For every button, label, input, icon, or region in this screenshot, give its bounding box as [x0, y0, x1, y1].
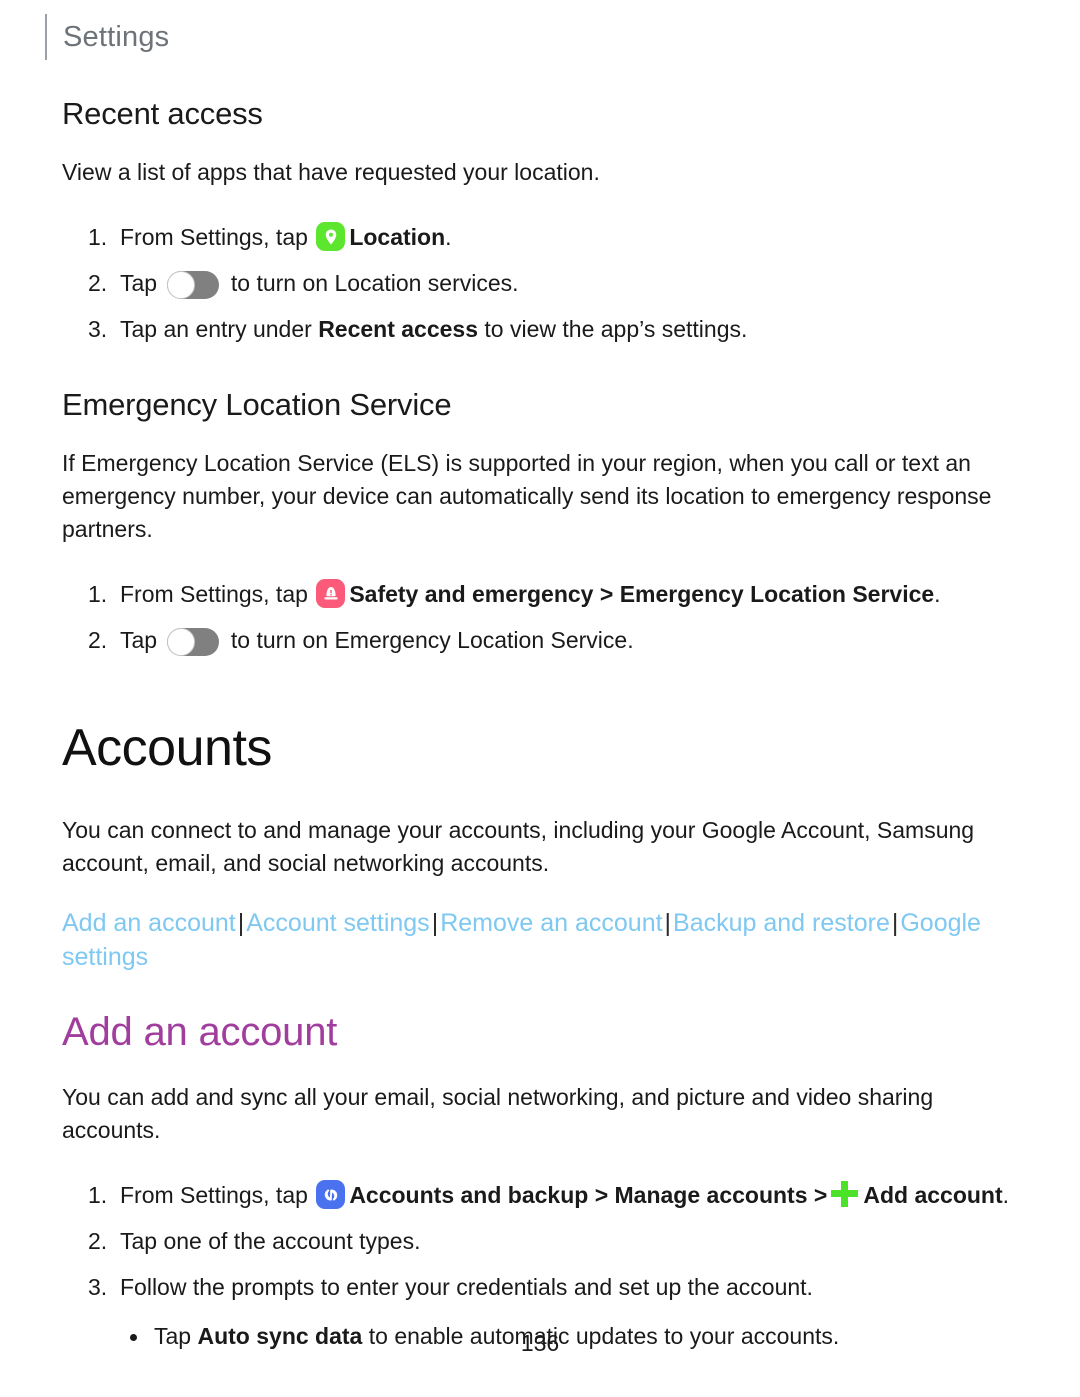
- list-item: 1. From Settings, tap Accounts and backu…: [62, 1177, 1022, 1213]
- document-page: Settings Recent access View a list of ap…: [0, 0, 1080, 1397]
- list-item: 1. From Settings, tap Safety and emergen…: [62, 576, 1022, 612]
- list-item: 2. Tap to turn on Location services.: [62, 265, 1022, 301]
- link-separator: |: [237, 909, 245, 937]
- header-label: Settings: [63, 20, 170, 53]
- step-bold-3: Add account: [863, 1182, 1003, 1208]
- step-bold: Location: [349, 224, 446, 250]
- emergency-location-service-steps: 1. From Settings, tap Safety and emergen…: [62, 576, 1022, 658]
- link-add-an-account[interactable]: Add an account: [62, 909, 236, 937]
- chevron-separator: >: [594, 1182, 609, 1208]
- link-backup-and-restore[interactable]: Backup and restore: [673, 909, 890, 937]
- step-bold: Accounts and backup: [349, 1182, 589, 1208]
- step-number: 2.: [88, 1228, 108, 1254]
- add-an-account-intro: You can add and sync all your email, soc…: [62, 1084, 934, 1143]
- step-text-pre: Tap an entry under: [120, 316, 319, 342]
- topic-heading-add-an-account: Add an account: [62, 1010, 338, 1054]
- step-text-post: to turn on Location services.: [224, 270, 519, 296]
- step-text-pre: From Settings, tap: [120, 224, 315, 250]
- list-item: 2. Tap one of the account types.: [62, 1223, 1022, 1259]
- add-plus-icon[interactable]: [830, 1180, 859, 1208]
- step-text-post: .: [934, 581, 941, 607]
- recent-access-intro: View a list of apps that have requested …: [62, 159, 600, 185]
- section-links: Add an account|Account settings|Remove a…: [62, 906, 1022, 974]
- step-number: 1.: [88, 1182, 108, 1208]
- running-header: Settings: [45, 14, 169, 60]
- step-bold: Safety and emergency: [349, 581, 594, 607]
- step-number: 1.: [88, 581, 108, 607]
- step-text-post: to turn on Emergency Location Service.: [224, 627, 634, 653]
- chevron-separator: >: [599, 581, 614, 607]
- recent-access-steps: 1. From Settings, tap Location. 2. Tap t…: [62, 219, 1022, 347]
- step-text-pre: Follow the prompts to enter your credent…: [120, 1274, 813, 1300]
- emergency-location-service-intro: If Emergency Location Service (ELS) is s…: [62, 450, 992, 542]
- add-an-account-steps: 1. From Settings, tap Accounts and backu…: [62, 1177, 1022, 1353]
- safety-and-emergency-icon[interactable]: [316, 579, 346, 608]
- content-column: Recent access View a list of apps that h…: [62, 96, 1022, 1363]
- step-text-post: .: [445, 224, 452, 250]
- toggle-switch[interactable]: [167, 628, 220, 656]
- step-text-pre: Tap one of the account types.: [120, 1228, 421, 1254]
- accounts-and-backup-icon[interactable]: [316, 1180, 346, 1209]
- link-separator: |: [891, 909, 899, 937]
- step-text-pre: Tap: [120, 627, 164, 653]
- link-account-settings[interactable]: Account settings: [246, 909, 429, 937]
- step-text-pre: From Settings, tap: [120, 1182, 315, 1208]
- page-number: 136: [520, 1330, 560, 1356]
- step-number: 2.: [88, 270, 108, 296]
- step-number: 3.: [88, 1274, 108, 1300]
- step-text-post: to view the app’s settings.: [478, 316, 748, 342]
- page-title: Accounts: [62, 719, 272, 777]
- step-text-pre: From Settings, tap: [120, 581, 315, 607]
- list-item: 1. From Settings, tap Location.: [62, 219, 1022, 255]
- step-bold-2: Manage accounts: [614, 1182, 808, 1208]
- section-heading-recent-access: Recent access: [62, 96, 263, 131]
- accounts-intro: You can connect to and manage your accou…: [62, 817, 975, 876]
- step-text-post: .: [1002, 1182, 1010, 1208]
- location-icon[interactable]: [316, 222, 346, 251]
- step-bold: Recent access: [318, 316, 479, 342]
- link-separator: |: [664, 909, 672, 937]
- header-rule: [45, 14, 47, 60]
- section-heading-emergency-location-service: Emergency Location Service: [62, 387, 452, 422]
- chevron-separator-2: >: [813, 1182, 828, 1208]
- link-separator: |: [431, 909, 439, 937]
- list-item: 3. Tap an entry under Recent access to v…: [62, 311, 1022, 347]
- step-number: 1.: [88, 224, 108, 250]
- step-number: 3.: [88, 316, 108, 342]
- toggle-switch[interactable]: [167, 271, 220, 299]
- step-number: 2.: [88, 627, 108, 653]
- list-item: 2. Tap to turn on Emergency Location Ser…: [62, 622, 1022, 658]
- step-text-pre: Tap: [120, 270, 164, 296]
- link-remove-an-account[interactable]: Remove an account: [440, 909, 662, 937]
- step-bold-2: Emergency Location Service: [619, 581, 935, 607]
